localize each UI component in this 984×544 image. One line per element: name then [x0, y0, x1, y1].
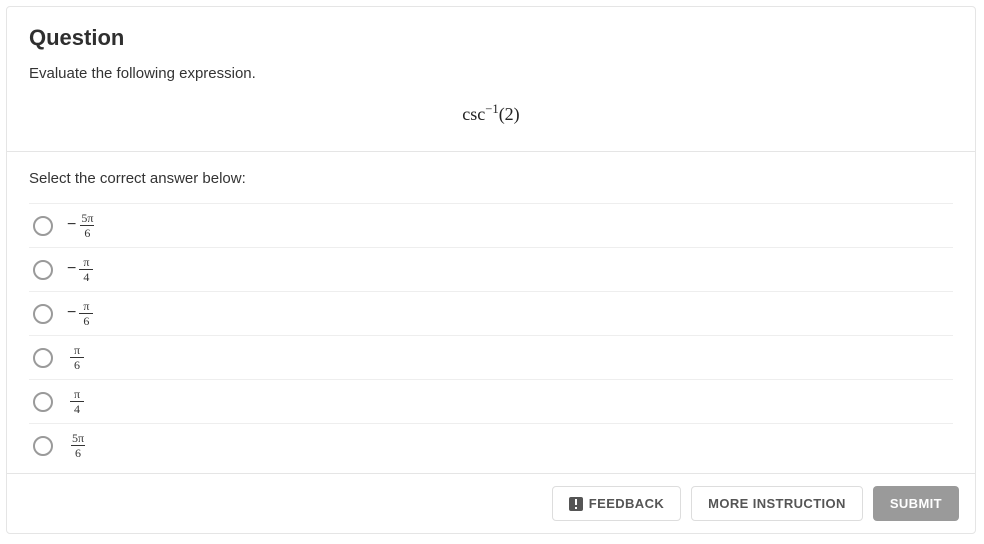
choice-den: 6 — [79, 313, 93, 327]
expression-arg: (2) — [499, 104, 520, 124]
choice-math: 5π 6 — [67, 432, 86, 459]
answer-section: Select the correct answer below: − 5π 6 … — [7, 151, 975, 473]
feedback-button[interactable]: FEEDBACK — [552, 486, 681, 521]
answer-instruction: Select the correct answer below: — [29, 170, 953, 187]
radio-icon — [33, 260, 53, 280]
choice-fraction: 5π 6 — [79, 212, 95, 239]
answer-choice-1[interactable]: − π 4 — [29, 247, 953, 291]
radio-icon — [33, 348, 53, 368]
choice-num: π — [81, 300, 91, 313]
choice-sign: − — [67, 260, 76, 278]
question-section: Question Evaluate the following expressi… — [7, 7, 975, 151]
question-prompt: Evaluate the following expression. — [29, 65, 953, 82]
answer-choice-2[interactable]: − π 6 — [29, 291, 953, 335]
expression-func: csc — [462, 104, 485, 124]
choice-den: 6 — [70, 357, 84, 371]
more-instruction-button[interactable]: MORE INSTRUCTION — [691, 486, 863, 521]
feedback-label: FEEDBACK — [589, 496, 664, 511]
choice-num: π — [72, 344, 82, 357]
exclaim-icon — [569, 497, 583, 511]
question-card: Question Evaluate the following expressi… — [6, 6, 976, 534]
choice-fraction: π 6 — [79, 300, 93, 327]
choice-fraction: 5π 6 — [70, 432, 86, 459]
choice-sign: − — [67, 216, 76, 234]
choice-fraction: π 4 — [70, 388, 84, 415]
more-instruction-label: MORE INSTRUCTION — [708, 496, 846, 511]
choice-num: π — [72, 388, 82, 401]
radio-icon — [33, 392, 53, 412]
choice-math: π 4 — [67, 388, 84, 415]
submit-label: SUBMIT — [890, 496, 942, 511]
radio-icon — [33, 304, 53, 324]
radio-icon — [33, 436, 53, 456]
answer-choice-5[interactable]: 5π 6 — [29, 423, 953, 467]
choice-den: 6 — [71, 445, 85, 459]
question-expression: csc−1(2) — [29, 104, 953, 125]
choice-fraction: π 6 — [70, 344, 84, 371]
choice-den: 4 — [79, 269, 93, 283]
choice-num: π — [81, 256, 91, 269]
choice-math: − 5π 6 — [67, 212, 95, 239]
radio-icon — [33, 216, 53, 236]
expression-exponent: −1 — [485, 102, 498, 116]
choice-fraction: π 4 — [79, 256, 93, 283]
choice-sign: − — [67, 304, 76, 322]
question-heading: Question — [29, 25, 953, 51]
choice-den: 4 — [70, 401, 84, 415]
answer-choice-3[interactable]: π 6 — [29, 335, 953, 379]
choice-num: 5π — [70, 432, 86, 445]
choice-math: − π 6 — [67, 300, 93, 327]
choice-den: 6 — [80, 225, 94, 239]
choice-math: π 6 — [67, 344, 84, 371]
answer-choice-4[interactable]: π 4 — [29, 379, 953, 423]
choice-num: 5π — [79, 212, 95, 225]
footer-actions: FEEDBACK MORE INSTRUCTION SUBMIT — [7, 473, 975, 533]
choice-math: − π 4 — [67, 256, 93, 283]
submit-button[interactable]: SUBMIT — [873, 486, 959, 521]
answer-choice-0[interactable]: − 5π 6 — [29, 203, 953, 247]
